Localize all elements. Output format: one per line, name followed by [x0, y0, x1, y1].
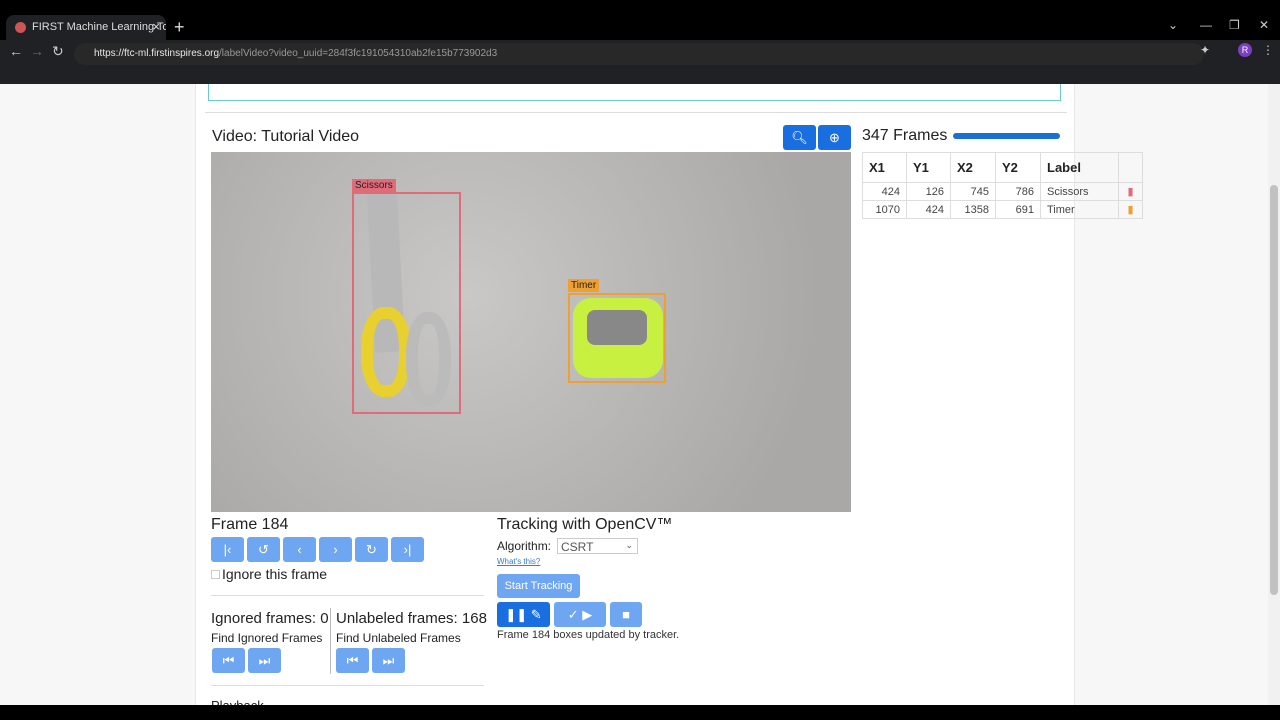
accept-continue-button[interactable]: ✓ ▶	[554, 602, 606, 627]
find-ignored-label: Find Ignored Frames	[211, 631, 323, 645]
cell-y1[interactable]: 126	[906, 182, 951, 201]
header-x1: X1	[862, 152, 907, 183]
timer-bounding-box[interactable]	[568, 293, 666, 383]
video-title: Video: Tutorial Video	[212, 128, 360, 145]
timer-box-label: Timer	[568, 279, 600, 292]
frames-count: 347 Frames	[862, 127, 948, 144]
cell-y1[interactable]: 424	[906, 200, 951, 219]
tracking-title: Tracking with OpenCV™	[497, 516, 673, 533]
cell-label[interactable]: Scissors	[1040, 182, 1119, 201]
next-ignored-button[interactable]: ⏭	[248, 648, 281, 673]
divider	[211, 685, 484, 686]
url-host: https://ftc-ml.firstinspires.org	[94, 48, 220, 59]
frame-number: Frame 184	[211, 516, 289, 533]
next-frame-button[interactable]: ›	[319, 537, 352, 562]
back-icon[interactable]: ←	[9, 43, 23, 59]
load-progress-bar	[953, 133, 1060, 139]
browser-tab[interactable]: FIRST Machine Learning Toolchain×	[6, 15, 166, 40]
favicon-icon	[15, 22, 26, 33]
cell-x1[interactable]: 424	[862, 182, 907, 201]
scissors-bounding-box[interactable]	[352, 192, 461, 414]
cell-y2[interactable]: 786	[995, 182, 1041, 201]
video-frame-canvas[interactable]: Scissors Timer	[211, 152, 851, 512]
delete-box-icon[interactable]: ▮	[1118, 200, 1143, 219]
new-tab-button[interactable]: +	[174, 17, 185, 38]
next-unlabeled-button[interactable]: ⏭	[372, 648, 405, 673]
stop-tracking-button[interactable]: ■	[610, 602, 642, 627]
unlabeled-frames-count: Unlabeled frames: 168	[336, 610, 487, 627]
start-tracking-button[interactable]: Start Tracking	[497, 574, 580, 598]
forward-button[interactable]: ↻	[355, 537, 388, 562]
profile-avatar[interactable]: R	[1238, 43, 1252, 57]
tab-title: FIRST Machine Learning Toolchain	[32, 21, 166, 33]
close-window-button[interactable]: ✕	[1259, 18, 1269, 32]
header-x2: X2	[950, 152, 996, 183]
cell-y2[interactable]: 691	[995, 200, 1041, 219]
algorithm-label: Algorithm:	[497, 539, 552, 553]
url-path: /labelVideo?video_uuid=284f3fc191054310a…	[219, 48, 498, 59]
cell-x2[interactable]: 745	[950, 182, 996, 201]
previous-unlabeled-button[interactable]: ⏮	[336, 648, 369, 673]
ignored-frames-count: Ignored frames: 0	[211, 610, 329, 627]
extensions-icon[interactable]: ✦	[1200, 43, 1210, 57]
header-actions	[1118, 152, 1143, 183]
delete-box-icon[interactable]: ▮	[1118, 182, 1143, 201]
tracking-status: Frame 184 boxes updated by tracker.	[497, 629, 680, 641]
reload-icon[interactable]: ↻	[52, 43, 64, 60]
find-unlabeled-label: Find Unlabeled Frames	[336, 631, 461, 645]
restore-button[interactable]: ❐	[1229, 18, 1240, 32]
previous-frame-button[interactable]: ‹	[283, 537, 316, 562]
whats-this-link[interactable]: What's this?	[497, 557, 540, 566]
header-y2: Y2	[995, 152, 1041, 183]
cell-x1[interactable]: 1070	[862, 200, 907, 219]
url-input[interactable]: https://ftc-ml.firstinspires.org/labelVi…	[74, 43, 1204, 65]
table-row: 424 126 745 786 Scissors ▮	[862, 182, 1143, 201]
divider	[205, 112, 1067, 113]
boxes-table: X1 Y1 X2 Y2 Label 424 126 745 786 Scissors ▮ 1070…	[862, 152, 1143, 219]
upper-panel	[208, 84, 1061, 101]
algorithm-value: CSRT	[561, 540, 594, 554]
bottom-bar	[0, 705, 1280, 720]
first-frame-button[interactable]: |‹	[211, 537, 244, 562]
previous-ignored-button[interactable]: ⏮	[212, 648, 245, 673]
tab-bar	[0, 0, 1280, 40]
close-tab-icon[interactable]: ×	[152, 19, 160, 34]
zoom-out-button[interactable]: 🔍︎	[783, 125, 816, 150]
ignore-frame-checkbox[interactable]	[211, 570, 220, 579]
tab-search-icon[interactable]: ⌄	[1168, 18, 1178, 32]
pause-edit-button[interactable]: ❚❚ ✎	[497, 602, 550, 627]
last-frame-button[interactable]: ›|	[391, 537, 424, 562]
forward-icon[interactable]: →	[30, 43, 44, 59]
header-y1: Y1	[906, 152, 951, 183]
rewind-button[interactable]: ↺	[247, 537, 280, 562]
divider	[330, 608, 331, 674]
header-label: Label	[1040, 152, 1119, 183]
table-row: 1070 424 1358 691 Timer ▮	[862, 200, 1143, 219]
divider	[211, 595, 484, 596]
zoom-in-button[interactable]: ⊕	[818, 125, 851, 150]
ignore-frame-label: Ignore this frame	[222, 566, 328, 582]
minimize-button[interactable]: —	[1200, 18, 1212, 32]
cell-label[interactable]: Timer	[1040, 200, 1119, 219]
scrollbar-thumb[interactable]	[1270, 185, 1278, 595]
menu-icon[interactable]: ⋮	[1262, 43, 1274, 57]
scissors-box-label: Scissors	[352, 179, 396, 192]
cell-x2[interactable]: 1358	[950, 200, 996, 219]
algorithm-select[interactable]: CSRT ⌄	[557, 538, 638, 554]
chevron-down-icon: ⌄	[625, 540, 633, 550]
